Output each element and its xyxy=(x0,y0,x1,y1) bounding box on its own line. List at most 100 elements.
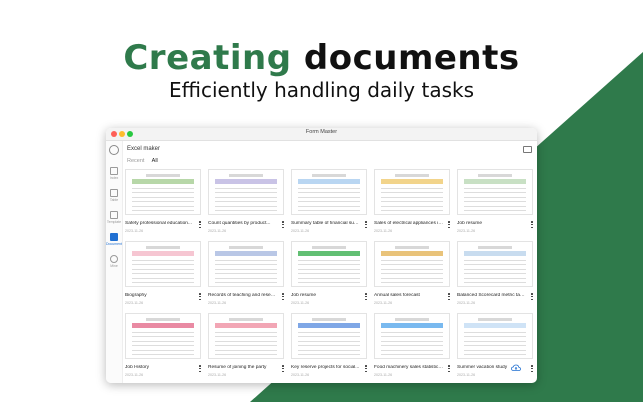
document-card[interactable]: Safety professional education... 2023-11-… xyxy=(125,169,203,233)
document-date: 2023-11-26 xyxy=(208,373,227,377)
sidebar: Index Table Template Document Mine xyxy=(106,141,123,383)
document-thumbnail xyxy=(374,169,450,215)
more-options-icon[interactable] xyxy=(531,293,533,301)
document-thumbnail xyxy=(457,241,533,287)
document-card[interactable]: Annual sales forecast 2023-11-26 xyxy=(374,241,452,305)
document-thumbnail xyxy=(291,169,367,215)
subheadline: Efficiently handling daily tasks xyxy=(168,78,475,102)
sidebar-item-table[interactable]: Table xyxy=(106,189,122,202)
sidebar-item-label: Mine xyxy=(110,264,118,268)
document-title: Key reserve projects for social... xyxy=(291,365,360,370)
document-thumbnail xyxy=(125,169,201,215)
document-thumbnail xyxy=(125,313,201,359)
document-title: Job History xyxy=(125,365,149,370)
document-date: 2023-11-26 xyxy=(125,301,144,305)
more-options-icon[interactable] xyxy=(282,221,284,229)
more-options-icon[interactable] xyxy=(448,293,450,301)
more-options-icon[interactable] xyxy=(448,221,450,229)
page-title: Excel maker xyxy=(127,146,161,152)
document-card[interactable]: Job resume 2023-11-26 xyxy=(291,241,369,305)
document-card[interactable]: Summer vacation study 2023-11-26 xyxy=(457,313,535,377)
more-options-icon[interactable] xyxy=(199,365,201,373)
document-title: Count quantities by product... xyxy=(208,221,271,226)
document-date: 2023-11-26 xyxy=(208,229,227,233)
document-title: Resume of joining the party xyxy=(208,365,267,370)
document-title: Balanced Scorecard metric tagging... xyxy=(457,293,527,298)
document-title: Summary table of financial support... xyxy=(291,221,361,226)
document-card[interactable]: Summary table of financial support... 202… xyxy=(291,169,369,233)
headline: Creating documents xyxy=(0,38,643,78)
folder-icon[interactable] xyxy=(523,146,532,153)
document-card[interactable]: Biography 2023-11-26 xyxy=(125,241,203,305)
document-card[interactable]: Key reserve projects for social... 2023-1… xyxy=(291,313,369,377)
more-options-icon[interactable] xyxy=(282,293,284,301)
tab-all[interactable]: All xyxy=(152,158,158,164)
more-options-icon[interactable] xyxy=(365,293,367,301)
document-title: Records of teaching and research... xyxy=(208,293,278,298)
more-options-icon[interactable] xyxy=(282,365,284,373)
document-thumbnail xyxy=(208,241,284,287)
document-date: 2023-11-26 xyxy=(208,301,227,305)
table-icon xyxy=(110,189,118,197)
avatar[interactable] xyxy=(109,145,119,155)
sidebar-item-label: Document xyxy=(106,242,122,246)
more-options-icon[interactable] xyxy=(199,293,201,301)
more-options-icon[interactable] xyxy=(531,365,533,373)
document-icon xyxy=(110,233,118,241)
sidebar-item-document[interactable]: Document xyxy=(106,233,122,246)
document-date: 2023-11-26 xyxy=(374,229,393,233)
document-date: 2023-11-26 xyxy=(291,373,310,377)
document-card[interactable]: Food machinery sales statistics table 202… xyxy=(374,313,452,377)
more-options-icon[interactable] xyxy=(199,221,201,229)
document-date: 2023-11-26 xyxy=(291,301,310,305)
document-thumbnail xyxy=(457,169,533,215)
document-thumbnail xyxy=(457,313,533,359)
document-thumbnail xyxy=(208,313,284,359)
document-title: Job resume xyxy=(457,221,483,226)
document-thumbnail xyxy=(374,241,450,287)
app-window: Form Master Index Table Template Documen… xyxy=(106,128,537,383)
document-card[interactable]: Job History 2023-11-26 xyxy=(125,313,203,377)
more-options-icon[interactable] xyxy=(531,221,533,229)
document-title: Job resume xyxy=(291,293,317,298)
more-options-icon[interactable] xyxy=(448,365,450,373)
window-title: Form Master xyxy=(305,129,338,135)
document-title: Food machinery sales statistics table xyxy=(374,365,444,370)
document-date: 2023-11-26 xyxy=(457,373,476,377)
sidebar-item-label: Template xyxy=(106,220,122,224)
sidebar-item-index[interactable]: Index xyxy=(106,167,122,180)
title-bar: Form Master xyxy=(106,128,537,141)
document-date: 2023-11-26 xyxy=(291,229,310,233)
cloud-upload-icon[interactable] xyxy=(511,364,521,372)
document-title: Biography xyxy=(125,293,147,298)
document-thumbnail xyxy=(291,241,367,287)
template-icon xyxy=(110,211,118,219)
more-options-icon[interactable] xyxy=(365,221,367,229)
document-thumbnail xyxy=(291,313,367,359)
document-date: 2023-11-26 xyxy=(457,301,476,305)
document-date: 2023-11-26 xyxy=(125,373,144,377)
sidebar-item-mine[interactable]: Mine xyxy=(106,255,122,268)
tab-bar: Recent All xyxy=(127,158,164,164)
document-date: 2023-11-26 xyxy=(374,373,393,377)
sidebar-item-template[interactable]: Template xyxy=(106,211,122,224)
document-thumbnail xyxy=(208,169,284,215)
more-options-icon[interactable] xyxy=(365,365,367,373)
document-date: 2023-11-26 xyxy=(374,301,393,305)
document-title: Safety professional education... xyxy=(125,221,192,226)
document-thumbnail xyxy=(125,241,201,287)
document-card[interactable]: Balanced Scorecard metric tagging... 2023… xyxy=(457,241,535,305)
document-card[interactable]: Job resume 2023-11-26 xyxy=(457,169,535,233)
document-card[interactable]: Sales of electrical appliances in... 2023… xyxy=(374,169,452,233)
document-thumbnail xyxy=(374,313,450,359)
document-card[interactable]: Records of teaching and research... 2023-… xyxy=(208,241,286,305)
tab-recent[interactable]: Recent xyxy=(127,158,144,164)
headline-highlight: Creating xyxy=(123,38,292,78)
sidebar-item-label: Index xyxy=(109,176,119,180)
home-icon xyxy=(110,167,118,175)
document-card[interactable]: Count quantities by product... 2023-11-26 xyxy=(208,169,286,233)
document-card[interactable]: Resume of joining the party 2023-11-26 xyxy=(208,313,286,377)
user-icon xyxy=(110,255,118,263)
sidebar-item-label: Table xyxy=(109,198,119,202)
document-date: 2023-11-26 xyxy=(125,229,144,233)
